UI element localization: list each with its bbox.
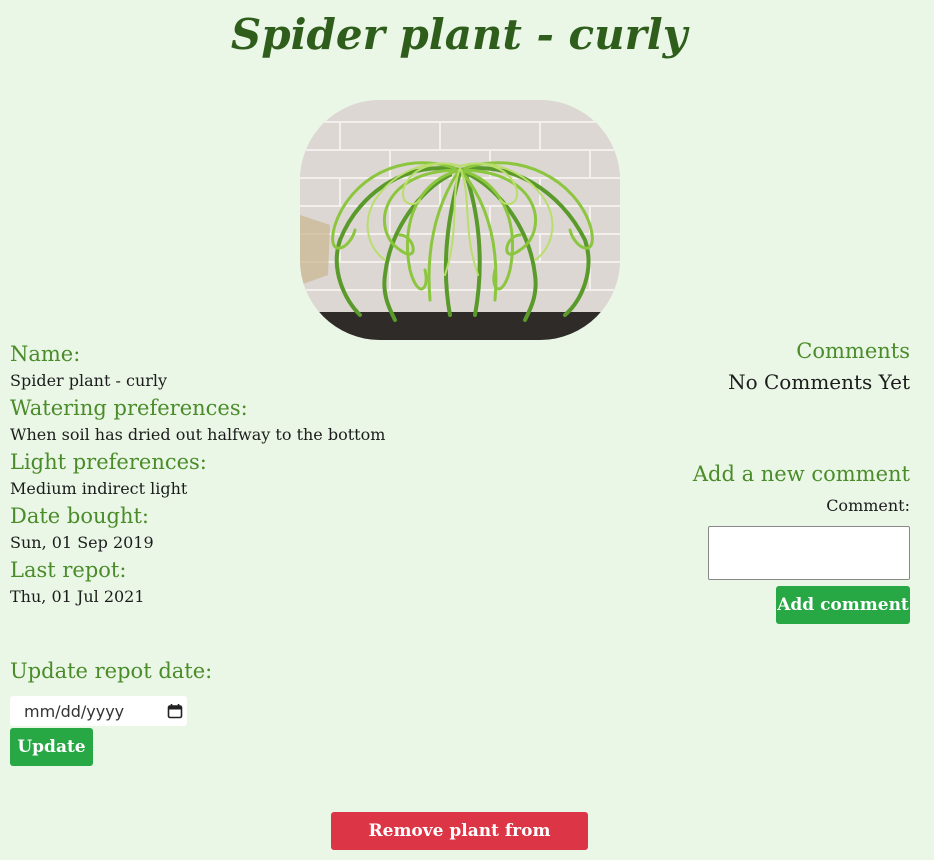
name-value: Spider plant - curly: [10, 371, 168, 390]
comment-textarea[interactable]: [708, 526, 910, 580]
watering-label: Watering preferences:: [10, 396, 248, 420]
calendar-icon[interactable]: [167, 703, 183, 719]
comments-section: Comments No Comments Yet Add a new comme…: [590, 336, 910, 624]
update-repot-title: Update repot date:: [10, 659, 213, 683]
repot-date-input[interactable]: mm/dd/yyyy: [10, 696, 187, 726]
light-value: Medium indirect light: [10, 479, 188, 498]
update-button[interactable]: Update: [10, 728, 93, 766]
plant-details: Name: Spider plant - curly Watering pref…: [10, 340, 530, 610]
remove-plant-button[interactable]: Remove plant from database: [331, 812, 588, 860]
add-comment-title: Add a new comment: [692, 462, 910, 486]
name-label: Name:: [10, 342, 81, 366]
comments-title: Comments: [796, 339, 910, 363]
no-comments-text: No Comments Yet: [728, 370, 910, 394]
date-placeholder: mm/dd/yyyy: [24, 701, 125, 721]
light-label: Light preferences:: [10, 450, 207, 474]
date-bought-value: Sun, 01 Sep 2019: [10, 533, 154, 552]
last-repot-value: Thu, 01 Jul 2021: [10, 587, 145, 606]
page-title: Spider plant - curly: [230, 10, 688, 59]
date-bought-label: Date bought:: [10, 504, 149, 528]
watering-value: When soil has dried out halfway to the b…: [10, 425, 386, 444]
update-repot-section: Update repot date: mm/dd/yyyy Update: [10, 656, 212, 766]
add-comment-button[interactable]: Add comment: [776, 586, 910, 624]
plant-photo: [300, 100, 620, 340]
comment-label: Comment:: [826, 496, 910, 515]
last-repot-label: Last repot:: [10, 558, 127, 582]
